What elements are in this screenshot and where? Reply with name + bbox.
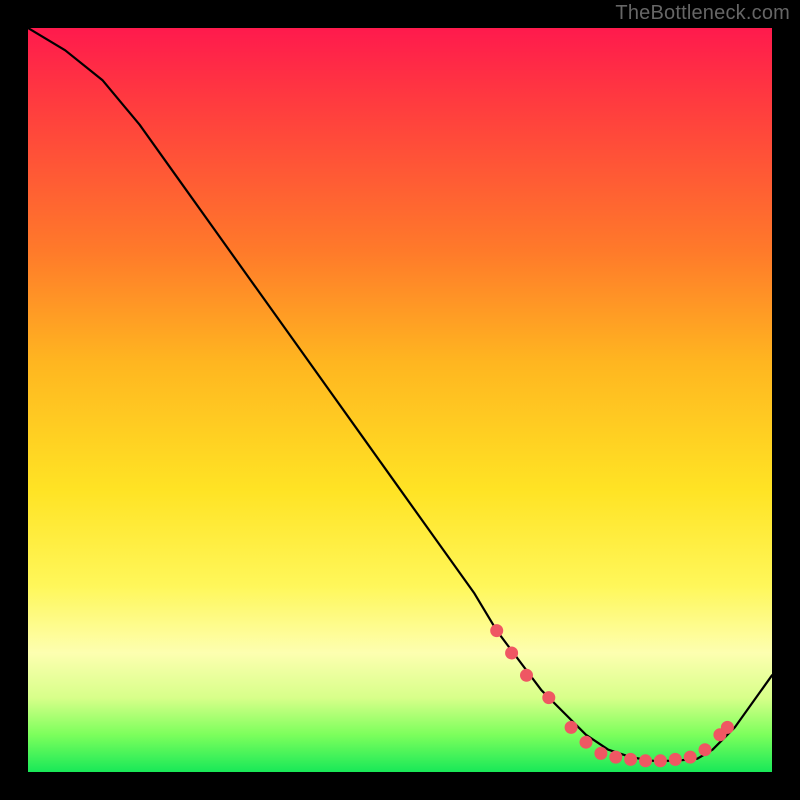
data-marker <box>640 755 652 767</box>
data-marker <box>654 755 666 767</box>
plot-area <box>28 28 772 772</box>
curve-svg <box>28 28 772 772</box>
data-marker <box>595 747 607 759</box>
data-marker <box>699 744 711 756</box>
data-marker <box>521 669 533 681</box>
data-marker <box>625 753 637 765</box>
chart-frame: TheBottleneck.com <box>0 0 800 800</box>
data-marker <box>684 751 696 763</box>
bottleneck-curve <box>28 28 772 761</box>
data-marker <box>669 753 681 765</box>
data-marker <box>543 692 555 704</box>
marker-group <box>491 625 734 767</box>
data-marker <box>491 625 503 637</box>
data-marker <box>565 721 577 733</box>
data-marker <box>721 721 733 733</box>
data-marker <box>580 736 592 748</box>
data-marker <box>506 647 518 659</box>
watermark-text: TheBottleneck.com <box>615 2 790 25</box>
data-marker <box>610 751 622 763</box>
